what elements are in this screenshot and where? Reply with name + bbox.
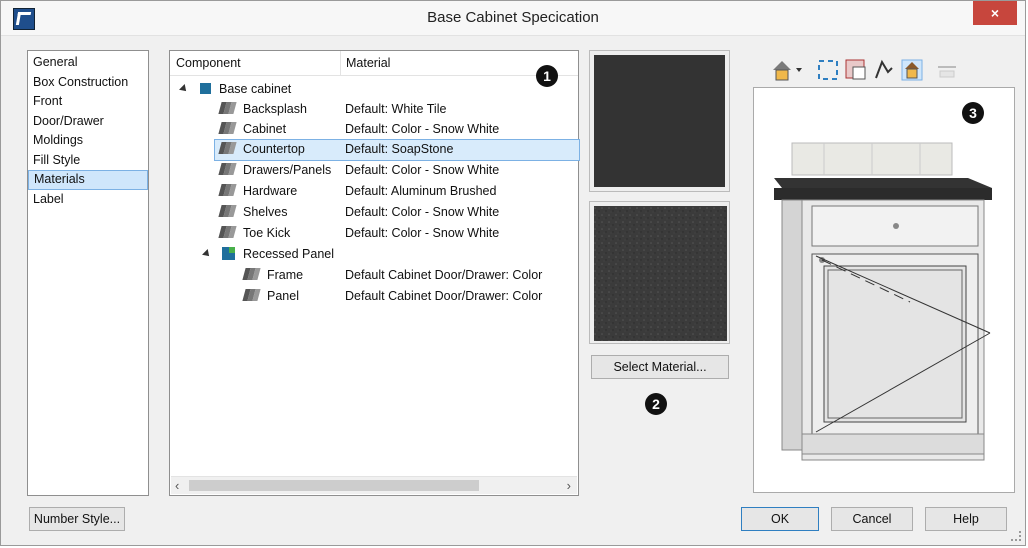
dialog-window: Base Cabinet Specication × General Box C…: [0, 0, 1026, 546]
nav-item-general[interactable]: General: [28, 53, 148, 73]
camera-view-icon[interactable]: [771, 58, 805, 82]
colored-view-icon[interactable]: [900, 58, 924, 82]
tree-row-selected[interactable]: Countertop Default: SoapStone: [214, 139, 580, 161]
component-label: Hardware: [243, 184, 298, 198]
material-label: Default: SoapStone: [345, 142, 454, 156]
component-tree[interactable]: Component Material Base cabinet Backspla…: [169, 50, 580, 496]
component-label: Shelves: [243, 205, 288, 219]
tree-header: Component Material: [170, 51, 578, 76]
material-icon: [242, 289, 261, 302]
scroll-right-icon[interactable]: ›: [567, 478, 571, 493]
material-color-swatch: [589, 50, 730, 192]
column-header-material[interactable]: Material: [346, 56, 390, 70]
number-style-button[interactable]: Number Style...: [29, 507, 125, 531]
tree-row[interactable]: Base cabinet: [170, 79, 578, 99]
material-label: Default: Color - Snow White: [345, 163, 500, 177]
horizontal-scrollbar[interactable]: ‹ ›: [171, 476, 577, 494]
select-material-button[interactable]: Select Material...: [591, 355, 729, 379]
callout-1: 1: [536, 65, 558, 87]
material-label: Default Cabinet Door/Drawer: Color: [345, 268, 543, 282]
window-title: Base Cabinet Specication: [427, 9, 599, 26]
component-label: Countertop: [243, 142, 305, 156]
column-header-component[interactable]: Component: [176, 56, 241, 70]
soapstone-texture: [594, 206, 727, 341]
nav-item-box-construction[interactable]: Box Construction: [28, 73, 148, 93]
material-label: Default: Aluminum Brushed: [345, 184, 497, 198]
help-button[interactable]: Help: [925, 507, 1007, 531]
cabinet-preview[interactable]: 3: [753, 87, 1015, 493]
nav-item-materials[interactable]: Materials: [28, 170, 148, 190]
component-label: Base cabinet: [219, 82, 292, 96]
scroll-left-icon[interactable]: ‹: [175, 478, 179, 493]
cabinet-preview-drawing: [774, 142, 992, 461]
component-label: Frame: [267, 268, 304, 282]
fill-pattern-icon[interactable]: [872, 58, 896, 82]
collapse-arrow-icon[interactable]: [202, 249, 212, 259]
callout-3: 3: [962, 102, 984, 124]
tree-row[interactable]: Cabinet Default: Color - Snow White: [170, 119, 578, 139]
material-icon: [242, 268, 261, 281]
material-icon: [218, 142, 237, 155]
component-label: Toe Kick: [243, 226, 291, 240]
material-icon: [218, 226, 237, 239]
nav-item-front[interactable]: Front: [28, 92, 148, 112]
component-label: Recessed Panel: [243, 247, 335, 261]
component-label: Cabinet: [243, 122, 287, 136]
tree-row[interactable]: Hardware Default: Aluminum Brushed: [170, 181, 578, 201]
material-texture-swatch: [589, 201, 730, 344]
fit-window-icon[interactable]: [816, 58, 840, 82]
material-label: Default: Color - Snow White: [345, 226, 500, 240]
material-icon: [218, 184, 237, 197]
component-label: Backsplash: [243, 102, 307, 116]
ok-button[interactable]: OK: [741, 507, 819, 531]
tree-row[interactable]: Panel Default Cabinet Door/Drawer: Color: [170, 286, 578, 306]
tree-row[interactable]: Drawers/Panels Default: Color - Snow Whi…: [170, 160, 578, 180]
tree-row[interactable]: Toe Kick Default: Color - Snow White: [170, 223, 578, 243]
material-label: Default: White Tile: [345, 102, 447, 116]
resize-grip-icon[interactable]: [1011, 531, 1021, 541]
disabled-ruler-icon: [935, 58, 959, 82]
panel-icon: [222, 247, 235, 260]
material-icon: [218, 122, 237, 135]
material-icon: [218, 163, 237, 176]
cancel-button[interactable]: Cancel: [831, 507, 913, 531]
close-button[interactable]: ×: [973, 1, 1017, 25]
cabinet-icon: [200, 83, 211, 94]
component-label: Drawers/Panels: [243, 163, 332, 177]
collapse-arrow-icon[interactable]: [179, 84, 189, 94]
tree-row[interactable]: Frame Default Cabinet Door/Drawer: Color: [170, 265, 578, 285]
nav-item-fill-style[interactable]: Fill Style: [28, 151, 148, 171]
title-bar[interactable]: Base Cabinet Specication ×: [1, 1, 1025, 36]
material-icon: [218, 102, 237, 115]
nav-item-door-drawer[interactable]: Door/Drawer: [28, 112, 148, 132]
material-label: Default Cabinet Door/Drawer: Color: [345, 289, 543, 303]
nav-item-label[interactable]: Label: [28, 190, 148, 210]
material-label: Default: Color - Snow White: [345, 122, 500, 136]
tree-row[interactable]: Shelves Default: Color - Snow White: [170, 202, 578, 222]
layer-icon[interactable]: [844, 58, 868, 82]
category-list[interactable]: General Box Construction Front Door/Draw…: [27, 50, 149, 496]
component-label: Panel: [267, 289, 299, 303]
nav-item-moldings[interactable]: Moldings: [28, 131, 148, 151]
material-icon: [218, 205, 237, 218]
scroll-thumb[interactable]: [189, 480, 479, 491]
tree-row[interactable]: Recessed Panel: [170, 244, 578, 264]
callout-2: 2: [645, 393, 667, 415]
material-label: Default: Color - Snow White: [345, 205, 500, 219]
tree-row[interactable]: Backsplash Default: White Tile: [170, 99, 578, 119]
